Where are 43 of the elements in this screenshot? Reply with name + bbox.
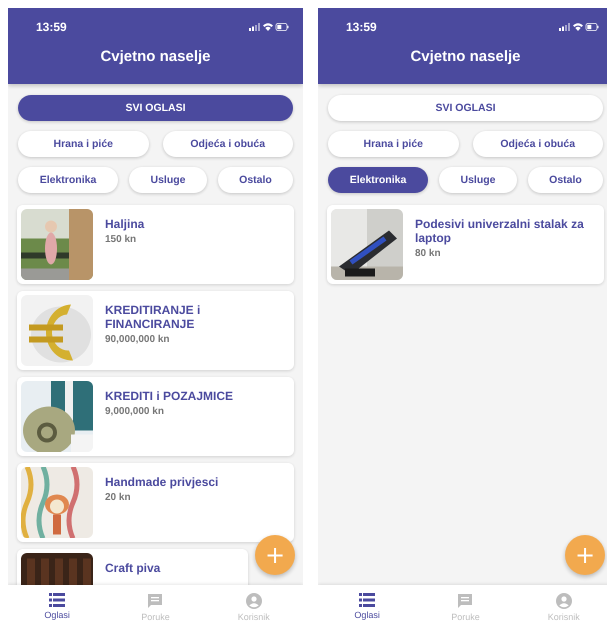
status-time: 13:59: [36, 20, 67, 34]
listing-price: 20 kn: [105, 492, 132, 503]
listing-title: Haljina: [105, 217, 144, 231]
listing-card[interactable]: Handmade privjesci 20 kn: [17, 463, 294, 542]
category-filter[interactable]: Hrana i piće: [18, 131, 148, 157]
listing-price: 150 kn: [105, 234, 138, 245]
category-filter[interactable]: Odjeća i obuća: [162, 131, 293, 157]
user-icon: [246, 593, 262, 609]
category-filter[interactable]: Odjeća i obuća: [472, 131, 603, 157]
user-icon: [556, 593, 572, 609]
category-filter[interactable]: Usluge: [439, 167, 517, 193]
list-icon: [359, 593, 376, 607]
listing-card[interactable]: KREDITI i POZAJMICE 9,000,000 kn: [17, 377, 294, 456]
status-time: 13:59: [346, 20, 377, 34]
chat-icon: [457, 593, 474, 609]
listing-card[interactable]: KREDITIRANJE i FINANCIRANJE 90,000,000 kn: [17, 291, 294, 370]
category-filter[interactable]: Usluge: [129, 167, 207, 193]
listing-card[interactable]: Podesivi univerzalni stalak za laptop 80 kn: [327, 205, 604, 284]
category-filter[interactable]: Hrana i piće: [328, 131, 458, 157]
listing-price: 80 kn: [415, 248, 442, 259]
screen-title: Cvjetno naselje: [409, 48, 522, 65]
listing-title: KREDITIRANJE i FINANCIRANJE: [105, 303, 202, 331]
category-filter[interactable]: Ostalo: [528, 167, 603, 193]
nav-tab[interactable]: Oglasi: [332, 593, 402, 620]
listing-title: KREDITI i POZAJMICE: [105, 389, 234, 403]
screen-title: Cvjetno naselje: [99, 48, 212, 65]
category-filter[interactable]: Elektronika: [328, 167, 428, 193]
listing-price: 90,000,000 kn: [105, 334, 170, 345]
nav-tab[interactable]: Oglasi: [22, 593, 92, 620]
listing-card[interactable]: Haljina 150 kn: [17, 205, 294, 284]
category-filter[interactable]: Ostalo: [218, 167, 293, 193]
status-icons: [249, 22, 289, 32]
category-filter[interactable]: SVI OGLASI: [328, 95, 603, 121]
listing-title: Craft piva: [105, 561, 160, 575]
listing-card[interactable]: Craft piva: [17, 549, 248, 585]
chat-icon: [147, 593, 164, 609]
list-icon: [49, 593, 66, 607]
listing-title: Podesivi univerzalni stalak za laptop: [415, 217, 585, 245]
listing-price: 9,000,000 kn: [105, 406, 165, 417]
status-icons: [559, 22, 599, 32]
category-filter[interactable]: Elektronika: [18, 167, 118, 193]
category-filter[interactable]: SVI OGLASI: [18, 95, 293, 121]
listing-title: Handmade privjesci: [105, 475, 218, 489]
